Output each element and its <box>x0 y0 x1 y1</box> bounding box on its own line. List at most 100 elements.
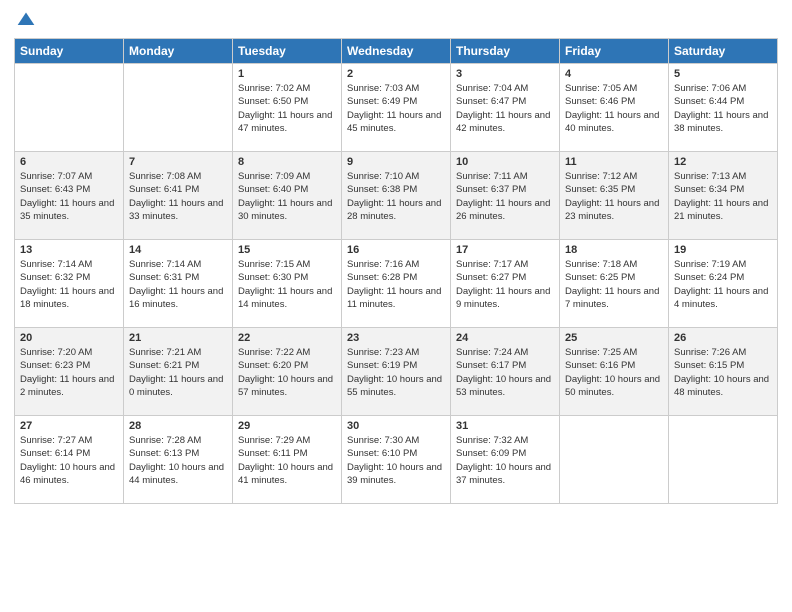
day-number: 26 <box>674 332 772 344</box>
day-info: Sunrise: 7:14 AMSunset: 6:32 PMDaylight:… <box>20 258 118 311</box>
day-number: 22 <box>238 332 336 344</box>
header-row: SundayMondayTuesdayWednesdayThursdayFrid… <box>15 39 778 64</box>
day-number: 4 <box>565 68 663 80</box>
day-info: Sunrise: 7:10 AMSunset: 6:38 PMDaylight:… <box>347 170 445 223</box>
day-number: 7 <box>129 156 227 168</box>
calendar-cell: 17Sunrise: 7:17 AMSunset: 6:27 PMDayligh… <box>451 240 560 328</box>
day-info: Sunrise: 7:22 AMSunset: 6:20 PMDaylight:… <box>238 346 336 399</box>
day-info: Sunrise: 7:26 AMSunset: 6:15 PMDaylight:… <box>674 346 772 399</box>
calendar-cell: 30Sunrise: 7:30 AMSunset: 6:10 PMDayligh… <box>342 416 451 504</box>
calendar-cell: 13 Sunrise: 7:14 AMSunset: 6:32 PMDayligh… <box>15 240 124 328</box>
logo <box>14 10 36 30</box>
day-info: Sunrise: 7:05 AMSunset: 6:46 PMDaylight:… <box>565 82 663 135</box>
logo-text <box>14 10 36 30</box>
calendar-cell: 3 Sunrise: 7:04 AMSunset: 6:47 PMDaylight… <box>451 64 560 152</box>
calendar-cell: 6 Sunrise: 7:07 AMSunset: 6:43 PMDaylight… <box>15 152 124 240</box>
day-number: 30 <box>347 420 445 432</box>
header <box>14 10 778 30</box>
day-info: Sunrise: 7:17 AMSunset: 6:27 PMDaylight:… <box>456 258 554 311</box>
day-number: 1 <box>238 68 336 80</box>
day-info: Sunrise: 7:32 AMSunset: 6:09 PMDaylight:… <box>456 434 554 487</box>
day-number: 29 <box>238 420 336 432</box>
calendar-cell: 19 Sunrise: 7:19 AMSunset: 6:24 PMDayligh… <box>669 240 778 328</box>
calendar-cell: 14Sunrise: 7:14 AMSunset: 6:31 PMDayligh… <box>124 240 233 328</box>
calendar-week-row: 1 Sunrise: 7:02 AMSunset: 6:50 PMDaylight… <box>15 64 778 152</box>
calendar-cell <box>15 64 124 152</box>
day-info: Sunrise: 7:21 AMSunset: 6:21 PMDaylight:… <box>129 346 227 399</box>
calendar-week-row: 13 Sunrise: 7:14 AMSunset: 6:32 PMDayligh… <box>15 240 778 328</box>
day-of-week-header: Friday <box>560 39 669 64</box>
calendar-cell: 18 Sunrise: 7:18 AMSunset: 6:25 PMDayligh… <box>560 240 669 328</box>
day-number: 28 <box>129 420 227 432</box>
day-info: Sunrise: 7:19 AMSunset: 6:24 PMDaylight:… <box>674 258 772 311</box>
day-info: Sunrise: 7:14 AMSunset: 6:31 PMDaylight:… <box>129 258 227 311</box>
day-number: 8 <box>238 156 336 168</box>
calendar-cell: 15Sunrise: 7:15 AMSunset: 6:30 PMDayligh… <box>233 240 342 328</box>
day-number: 5 <box>674 68 772 80</box>
day-number: 2 <box>347 68 445 80</box>
day-number: 23 <box>347 332 445 344</box>
day-of-week-header: Tuesday <box>233 39 342 64</box>
day-number: 27 <box>20 420 118 432</box>
page: SundayMondayTuesdayWednesdayThursdayFrid… <box>0 0 792 612</box>
day-info: Sunrise: 7:18 AMSunset: 6:25 PMDaylight:… <box>565 258 663 311</box>
calendar-cell: 24 Sunrise: 7:24 AMSunset: 6:17 PMDayligh… <box>451 328 560 416</box>
day-number: 21 <box>129 332 227 344</box>
day-info: Sunrise: 7:23 AMSunset: 6:19 PMDaylight:… <box>347 346 445 399</box>
day-info: Sunrise: 7:13 AMSunset: 6:34 PMDaylight:… <box>674 170 772 223</box>
calendar-cell: 9 Sunrise: 7:10 AMSunset: 6:38 PMDaylight… <box>342 152 451 240</box>
day-number: 12 <box>674 156 772 168</box>
calendar-cell: 25Sunrise: 7:25 AMSunset: 6:16 PMDayligh… <box>560 328 669 416</box>
calendar-week-row: 27Sunrise: 7:27 AMSunset: 6:14 PMDayligh… <box>15 416 778 504</box>
calendar-cell: 23 Sunrise: 7:23 AMSunset: 6:19 PMDayligh… <box>342 328 451 416</box>
day-number: 19 <box>674 244 772 256</box>
day-number: 9 <box>347 156 445 168</box>
day-number: 6 <box>20 156 118 168</box>
day-number: 10 <box>456 156 554 168</box>
calendar-table: SundayMondayTuesdayWednesdayThursdayFrid… <box>14 38 778 504</box>
calendar-week-row: 20 Sunrise: 7:20 AMSunset: 6:23 PMDayligh… <box>15 328 778 416</box>
calendar-cell: 7 Sunrise: 7:08 AMSunset: 6:41 PMDaylight… <box>124 152 233 240</box>
day-info: Sunrise: 7:09 AMSunset: 6:40 PMDaylight:… <box>238 170 336 223</box>
day-number: 18 <box>565 244 663 256</box>
day-of-week-header: Saturday <box>669 39 778 64</box>
logo-icon <box>16 10 36 30</box>
calendar-cell: 20 Sunrise: 7:20 AMSunset: 6:23 PMDayligh… <box>15 328 124 416</box>
day-info: Sunrise: 7:06 AMSunset: 6:44 PMDaylight:… <box>674 82 772 135</box>
calendar-cell: 16Sunrise: 7:16 AMSunset: 6:28 PMDayligh… <box>342 240 451 328</box>
day-number: 13 <box>20 244 118 256</box>
day-number: 11 <box>565 156 663 168</box>
calendar-cell: 1 Sunrise: 7:02 AMSunset: 6:50 PMDaylight… <box>233 64 342 152</box>
day-number: 20 <box>20 332 118 344</box>
calendar-cell: 29 Sunrise: 7:29 AMSunset: 6:11 PMDayligh… <box>233 416 342 504</box>
calendar-cell: 10 Sunrise: 7:11 AMSunset: 6:37 PMDayligh… <box>451 152 560 240</box>
day-number: 31 <box>456 420 554 432</box>
day-info: Sunrise: 7:11 AMSunset: 6:37 PMDaylight:… <box>456 170 554 223</box>
day-number: 3 <box>456 68 554 80</box>
calendar-cell: 26 Sunrise: 7:26 AMSunset: 6:15 PMDayligh… <box>669 328 778 416</box>
day-info: Sunrise: 7:07 AMSunset: 6:43 PMDaylight:… <box>20 170 118 223</box>
day-of-week-header: Wednesday <box>342 39 451 64</box>
day-info: Sunrise: 7:24 AMSunset: 6:17 PMDaylight:… <box>456 346 554 399</box>
day-info: Sunrise: 7:20 AMSunset: 6:23 PMDaylight:… <box>20 346 118 399</box>
calendar-cell: 21 Sunrise: 7:21 AMSunset: 6:21 PMDayligh… <box>124 328 233 416</box>
calendar-cell <box>560 416 669 504</box>
day-info: Sunrise: 7:29 AMSunset: 6:11 PMDaylight:… <box>238 434 336 487</box>
day-info: Sunrise: 7:04 AMSunset: 6:47 PMDaylight:… <box>456 82 554 135</box>
day-info: Sunrise: 7:15 AMSunset: 6:30 PMDaylight:… <box>238 258 336 311</box>
calendar-week-row: 6 Sunrise: 7:07 AMSunset: 6:43 PMDaylight… <box>15 152 778 240</box>
day-info: Sunrise: 7:12 AMSunset: 6:35 PMDaylight:… <box>565 170 663 223</box>
day-info: Sunrise: 7:02 AMSunset: 6:50 PMDaylight:… <box>238 82 336 135</box>
calendar-cell: 5 Sunrise: 7:06 AMSunset: 6:44 PMDaylight… <box>669 64 778 152</box>
day-info: Sunrise: 7:16 AMSunset: 6:28 PMDaylight:… <box>347 258 445 311</box>
calendar-cell <box>669 416 778 504</box>
day-number: 24 <box>456 332 554 344</box>
day-of-week-header: Sunday <box>15 39 124 64</box>
calendar-cell: 22 Sunrise: 7:22 AMSunset: 6:20 PMDayligh… <box>233 328 342 416</box>
day-info: Sunrise: 7:08 AMSunset: 6:41 PMDaylight:… <box>129 170 227 223</box>
day-of-week-header: Monday <box>124 39 233 64</box>
calendar-cell <box>124 64 233 152</box>
calendar-cell: 12 Sunrise: 7:13 AMSunset: 6:34 PMDayligh… <box>669 152 778 240</box>
calendar-cell: 11 Sunrise: 7:12 AMSunset: 6:35 PMDayligh… <box>560 152 669 240</box>
calendar-cell: 8 Sunrise: 7:09 AMSunset: 6:40 PMDaylight… <box>233 152 342 240</box>
